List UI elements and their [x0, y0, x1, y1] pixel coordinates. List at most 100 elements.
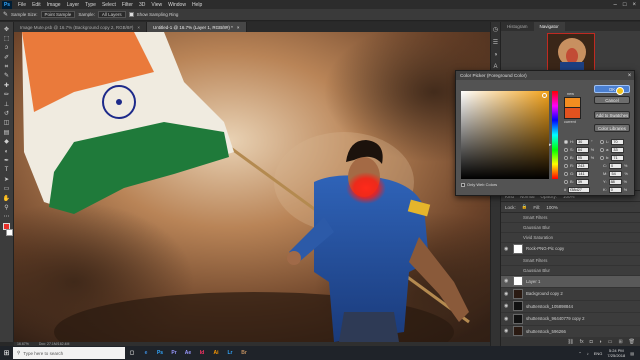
- b-input[interactable]: 71: [611, 155, 625, 161]
- pen-icon[interactable]: ✒: [2, 157, 11, 164]
- properties-icon[interactable]: ☰: [493, 39, 498, 46]
- menu-layer[interactable]: Layer: [64, 2, 83, 8]
- layer-row[interactable]: ◉ shutterstock_105898844: [501, 301, 640, 313]
- layer-row[interactable]: ◉ Layer 1: [501, 275, 640, 288]
- close-icon[interactable]: ×: [137, 25, 140, 30]
- tab-untitled-1[interactable]: Untitled-1 @ 16.7% (Layer 1, RGB/8#) * ×: [147, 22, 247, 32]
- tab-navigator[interactable]: Navigator: [533, 22, 565, 31]
- hue-radio[interactable]: [564, 139, 568, 144]
- close-icon[interactable]: ×: [632, 2, 636, 8]
- document-canvas[interactable]: [14, 32, 490, 342]
- tab-histogram[interactable]: Histogram: [501, 22, 534, 31]
- lightness-input[interactable]: 70: [611, 139, 625, 145]
- mask-icon[interactable]: ◘: [590, 339, 593, 345]
- dialog-titlebar[interactable]: Color Picker (Foreground Color) ×: [456, 71, 634, 80]
- zoom-icon[interactable]: ⚲: [2, 204, 11, 211]
- adjustments-icon[interactable]: ◑: [494, 52, 498, 58]
- gradient-icon[interactable]: ▤: [2, 129, 11, 136]
- menu-help[interactable]: Help: [189, 2, 205, 8]
- color-libraries-button[interactable]: Color Libraries: [594, 124, 630, 132]
- taskbar-app-photoshop[interactable]: Ps: [153, 346, 167, 360]
- menu-edit[interactable]: Edit: [29, 2, 44, 8]
- taskbar-app-premiere[interactable]: Pr: [167, 346, 181, 360]
- red-input[interactable]: 243: [576, 163, 589, 169]
- magenta-input[interactable]: 54: [609, 171, 623, 177]
- eye-icon[interactable]: ◉: [504, 278, 510, 284]
- taskbar-app-lightroom[interactable]: Lr: [223, 346, 237, 360]
- marquee-icon[interactable]: ⬚: [2, 35, 11, 42]
- move-icon[interactable]: ✥: [2, 26, 11, 33]
- menu-3d[interactable]: 3D: [136, 2, 148, 8]
- history-brush-icon[interactable]: ↺: [2, 111, 11, 118]
- menu-view[interactable]: View: [148, 2, 165, 8]
- taskbar-app-indesign[interactable]: Id: [195, 346, 209, 360]
- saturation-input[interactable]: 84: [575, 147, 589, 153]
- show-ring-checkbox[interactable]: [128, 12, 134, 17]
- new-layer-icon[interactable]: ⊞: [618, 339, 622, 345]
- link-icon[interactable]: ⛓: [567, 339, 573, 345]
- red-radio[interactable]: [564, 163, 568, 168]
- quick-select-icon[interactable]: ✐: [2, 54, 11, 61]
- layer-row[interactable]: ◉ Rock-PNG-Pic copy: [501, 243, 640, 256]
- dodge-icon[interactable]: ◐: [2, 148, 11, 155]
- maximize-icon[interactable]: □: [623, 2, 627, 8]
- b-radio[interactable]: [600, 155, 604, 160]
- menu-file[interactable]: File: [15, 2, 29, 8]
- black-input[interactable]: 0: [608, 187, 622, 193]
- eye-icon[interactable]: ◉: [504, 291, 510, 297]
- color-marker[interactable]: [542, 93, 547, 98]
- type-icon[interactable]: T: [2, 167, 11, 174]
- list-item[interactable]: Vivid Saturation: [501, 233, 640, 243]
- windows-start-icon[interactable]: ⊞: [0, 346, 13, 360]
- brightness-input[interactable]: 95: [575, 155, 589, 161]
- taskbar-app-after-effects[interactable]: Ae: [181, 346, 195, 360]
- taskbar-app-illustrator[interactable]: Ai: [209, 346, 223, 360]
- blue-radio[interactable]: [564, 179, 568, 184]
- crop-icon[interactable]: ⌗: [2, 64, 11, 71]
- brightness-radio[interactable]: [564, 155, 568, 160]
- layer-row[interactable]: ◉ shutterstock_96440779 copy 2: [501, 313, 640, 326]
- shape-icon[interactable]: ▭: [2, 186, 11, 193]
- eyedropper-icon[interactable]: ✎: [3, 11, 8, 18]
- list-item[interactable]: Smart Filters: [501, 213, 640, 223]
- network-icon[interactable]: ⌃: [578, 351, 581, 356]
- list-item[interactable]: Smart Filters: [501, 256, 640, 266]
- taskbar-search[interactable]: ⚲ Type here to search: [13, 347, 125, 359]
- language-indicator[interactable]: ENG: [594, 351, 603, 356]
- menu-select[interactable]: Select: [99, 2, 119, 8]
- a-input[interactable]: 33: [611, 147, 625, 153]
- trash-icon[interactable]: 🗑: [629, 339, 635, 345]
- eye-icon[interactable]: ◉: [504, 328, 510, 334]
- stamp-icon[interactable]: ⊥: [2, 101, 11, 108]
- close-icon[interactable]: ×: [237, 25, 240, 30]
- more-icon[interactable]: ⋯: [2, 214, 11, 221]
- list-item[interactable]: Gaussian Blur: [501, 223, 640, 233]
- only-web-checkbox[interactable]: [461, 182, 465, 187]
- current-color-swatch[interactable]: [564, 108, 581, 119]
- saturation-brightness-field[interactable]: [461, 91, 549, 179]
- lasso-icon[interactable]: ↄ: [2, 45, 11, 52]
- layer-row[interactable]: ◉ Background copy 2: [501, 288, 640, 301]
- saturation-radio[interactable]: [564, 147, 568, 152]
- blue-input[interactable]: 39: [575, 179, 589, 185]
- blur-icon[interactable]: ◆: [2, 139, 11, 146]
- yellow-input[interactable]: 88: [608, 179, 622, 185]
- notifications-icon[interactable]: ▤: [630, 351, 634, 356]
- eye-icon[interactable]: ◉: [504, 316, 510, 322]
- sample-select[interactable]: All Layers: [97, 11, 126, 18]
- green-radio[interactable]: [564, 171, 568, 176]
- hue-slider[interactable]: [552, 91, 558, 179]
- menu-window[interactable]: Window: [165, 2, 189, 8]
- fill-value[interactable]: 100%: [546, 205, 558, 210]
- ok-button[interactable]: OK: [594, 85, 630, 93]
- taskbar-app-bridge[interactable]: Br: [237, 346, 251, 360]
- healing-icon[interactable]: ✚: [2, 82, 11, 89]
- edge-icon[interactable]: e: [139, 346, 153, 360]
- cyan-input[interactable]: 0: [609, 163, 622, 169]
- list-item[interactable]: Gaussian Blur: [501, 266, 640, 276]
- brush-icon[interactable]: ✏: [2, 92, 11, 99]
- folder-icon[interactable]: ▭: [608, 339, 613, 345]
- tab-image-mute[interactable]: Image Mute.psb @ 16.7% (Background copy …: [14, 22, 148, 32]
- eye-icon[interactable]: ◉: [504, 246, 510, 252]
- sample-size-select[interactable]: Point Sample: [40, 11, 76, 18]
